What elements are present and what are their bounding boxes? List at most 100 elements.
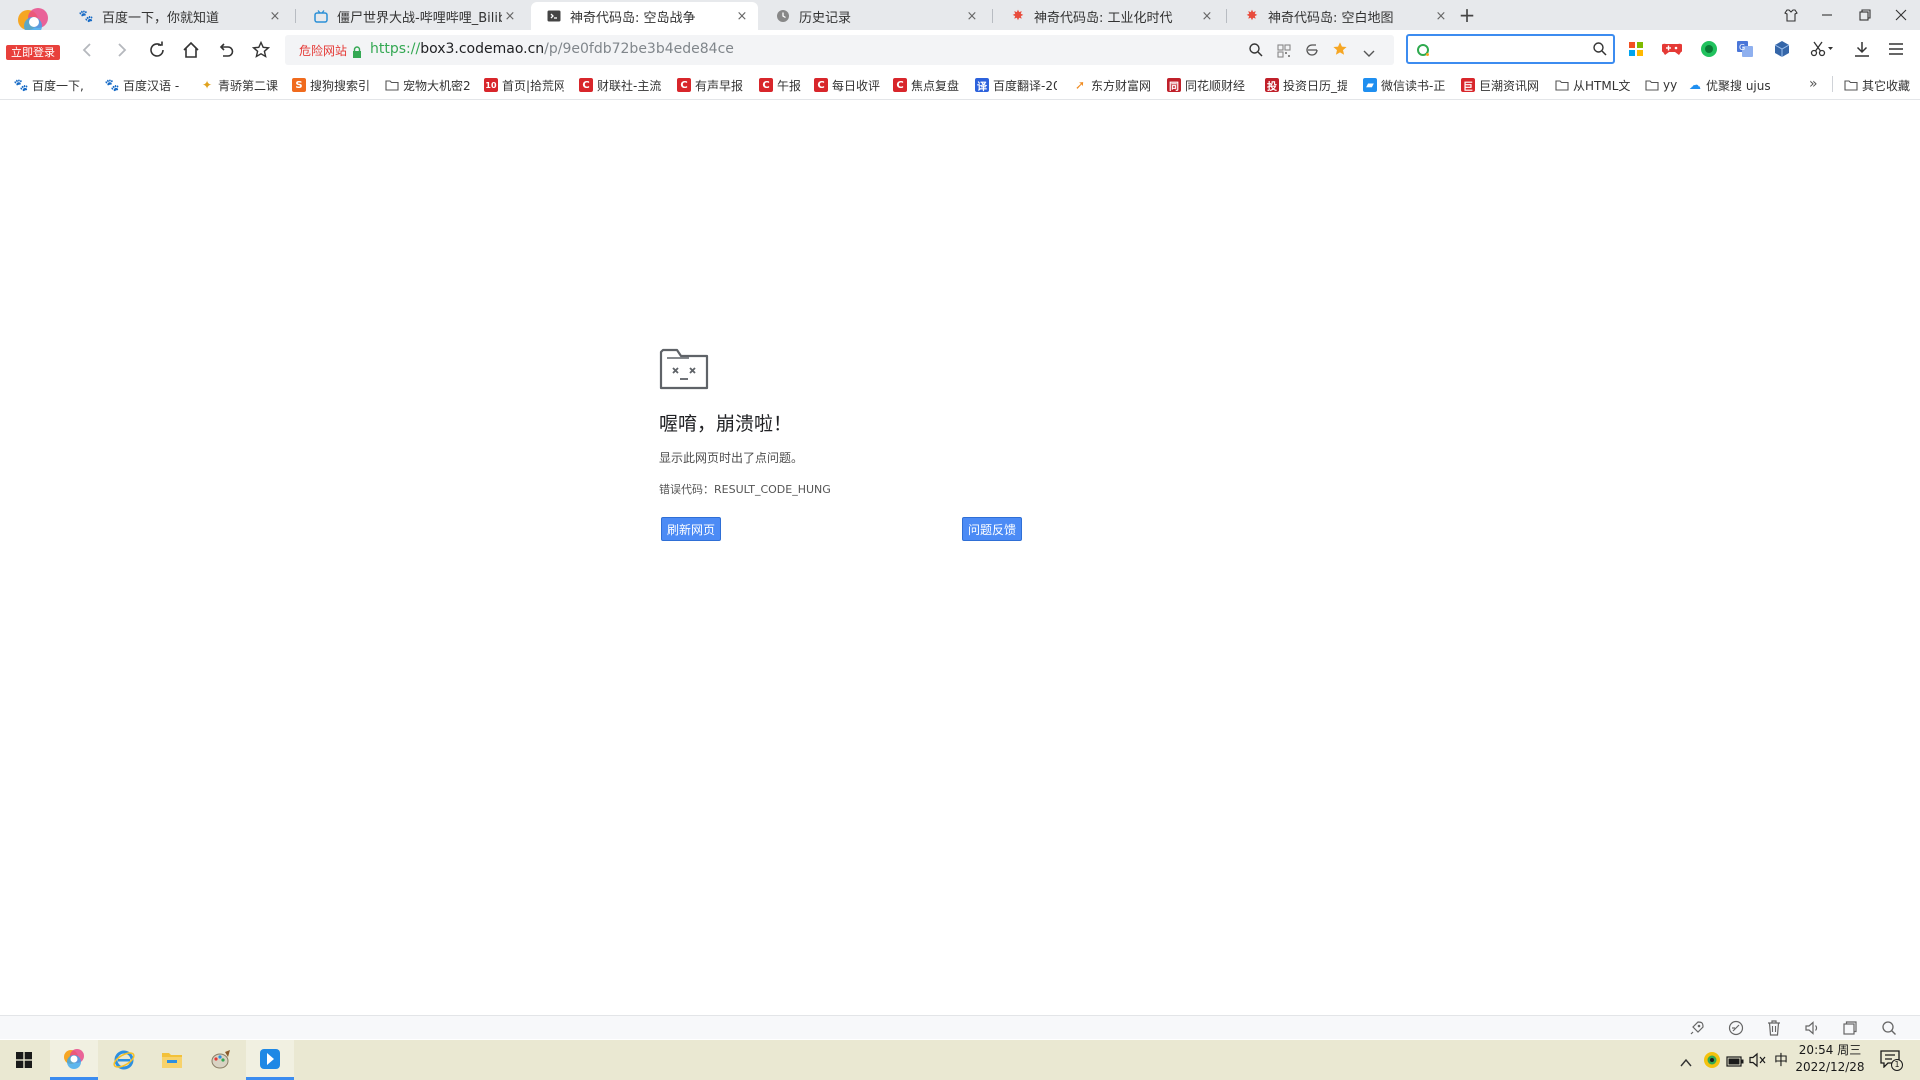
lock-icon[interactable] [352,43,362,62]
rocket-icon[interactable] [1689,1020,1705,1040]
new-tab-button[interactable]: + [1455,1,1479,29]
url-protocol: https:// [370,41,421,57]
volume-icon[interactable] [1804,1020,1820,1040]
download-icon[interactable] [1853,40,1871,62]
bookmark-item[interactable]: ➚ 东方财富网 [1073,76,1153,94]
bookmark-item[interactable]: C 焦点复盘 [893,76,965,94]
bookmark-item[interactable]: S 搜狗搜索引 [292,76,372,94]
green-circle-icon[interactable] [1700,40,1718,62]
translate-icon[interactable]: G [1736,40,1754,62]
search-engine-icon[interactable] [1416,42,1430,61]
forward-icon[interactable] [108,36,136,64]
bookmark-item[interactable]: 🐾 百度一下, [14,76,94,94]
speed-icon[interactable] [1728,1020,1744,1040]
extension-box-icon[interactable] [1773,40,1791,62]
wechat-read-icon: ▰ [1363,78,1377,92]
bookmark-item[interactable]: ☁ 优聚搜 ujus [1688,76,1778,94]
battery-icon[interactable] [1726,1053,1744,1072]
tab-codemao-industrial[interactable]: ✸ 神奇代码岛: 工业化时代 × [995,2,1223,30]
game-controller-icon[interactable] [1660,41,1684,61]
chevron-down-icon[interactable] [1363,44,1375,63]
clock-icon [776,9,790,23]
tray-app-icon[interactable] [1703,1051,1721,1073]
tab-codemao-blank[interactable]: ✸ 神奇代码岛: 空白地图 × [1229,2,1457,30]
bookmark-label: 午报 [777,78,802,93]
tab-baidu[interactable]: 🐾 百度一下，你就知道 × [63,2,291,30]
danger-site-label[interactable]: 危险网站 [299,42,347,59]
bookmark-label: 巨潮资讯网 [1479,78,1540,93]
status-bar [0,1015,1920,1039]
search-input[interactable] [1434,39,1584,59]
close-icon[interactable]: × [267,9,283,24]
close-icon[interactable]: × [734,9,750,24]
zoom-icon[interactable] [1248,42,1264,62]
paint-taskbar-icon[interactable] [197,1040,245,1080]
bookmark-item[interactable]: 投投资日历_提 [1265,76,1347,94]
browser-taskbar-icon[interactable] [50,1040,98,1080]
bookmark-item[interactable]: 宠物大机密2 [385,76,471,94]
clock[interactable]: 20:54 周三 2022/12/28 [1792,1042,1868,1076]
favorite-star-icon[interactable] [247,36,275,64]
file-explorer-icon[interactable] [148,1040,196,1080]
bookmark-item[interactable]: ✦ 青骄第二课 [200,76,282,94]
scissors-icon[interactable] [1810,40,1834,62]
close-window-icon[interactable] [1882,0,1920,30]
trash-icon[interactable] [1767,1020,1781,1040]
translate-icon: 译 [975,78,989,93]
bookmark-item[interactable]: ▰ 微信读书-正 [1363,76,1447,94]
close-icon[interactable]: × [1433,9,1449,24]
bookmark-item[interactable]: 译百度翻译-20 [975,76,1057,94]
tab-codemao-active[interactable]: 神奇代码岛: 空岛战争 × [531,2,758,30]
ime-indicator[interactable]: 中 [1774,1050,1788,1070]
bookmark-item[interactable]: 从HTML文 [1555,76,1631,94]
apps-grid-icon[interactable] [1628,41,1644,61]
reload-icon[interactable] [143,36,171,64]
bookmark-item[interactable]: C 午报 [759,76,803,94]
other-bookmarks-folder[interactable]: 其它收藏 [1844,76,1918,94]
tab-bilibili[interactable]: 僵尸世界大战-哔哩哔哩_Bilibili × [298,2,526,30]
restore-icon[interactable] [1846,0,1884,30]
address-bar[interactable]: 危险网站 https://box3.codemao.cn/p/9e0fdb72b… [285,35,1394,65]
bookmark-item[interactable]: C 有声早报 [677,76,745,94]
undo-close-icon[interactable] [212,36,240,64]
tab-history[interactable]: 历史记录 × [760,2,988,30]
bookmark-star-icon[interactable] [1332,41,1348,61]
minimize-icon[interactable] [1808,0,1846,30]
close-icon[interactable]: × [964,9,980,24]
bookmark-item[interactable]: yy [1645,76,1677,94]
baidu-paw-icon: 🐾 [105,78,120,92]
close-icon[interactable]: × [502,9,518,24]
close-icon[interactable]: × [1199,9,1215,24]
bookmark-item[interactable]: 10 首页|拾荒网 [484,76,564,94]
bookmark-item[interactable]: 🐾 百度汉语 - [105,76,185,94]
tab-label: 神奇代码岛: 空岛战争 [570,10,696,26]
window-icon[interactable] [1843,1020,1857,1039]
ie-taskbar-icon[interactable] [100,1040,148,1080]
home-icon[interactable] [177,36,205,64]
notification-center-icon[interactable]: 1 [1880,1050,1904,1072]
tab-label: 神奇代码岛: 空白地图 [1268,10,1394,26]
cloud-icon: ☁ [1689,78,1701,92]
login-badge[interactable]: 立即登录 [6,45,60,60]
tray-expand-icon[interactable] [1680,1053,1692,1072]
reload-page-button[interactable]: 刷新网页 [661,517,722,541]
skin-icon[interactable] [1772,0,1810,30]
back-icon[interactable] [73,36,101,64]
search-icon[interactable] [1592,41,1608,61]
bookmarks-more-chevron[interactable]: » [1809,76,1818,92]
bookmark-item[interactable]: 同同花顺财经 [1167,76,1249,94]
bookmark-item[interactable]: 巨巨潮资讯网 [1461,76,1541,94]
mute-icon[interactable] [1749,1052,1767,1072]
feedback-button[interactable]: 问题反馈 [962,517,1023,541]
blue-app-taskbar-icon[interactable] [246,1040,294,1080]
bookmark-item[interactable]: C 每日收评 [814,76,882,94]
menu-icon[interactable] [1888,41,1904,60]
url-text[interactable]: https://box3.codemao.cn/p/9e0fdb72be3b4e… [370,41,734,57]
qr-code-icon[interactable] [1277,43,1291,62]
windows-start-icon[interactable] [0,1040,48,1080]
status-search-icon[interactable] [1881,1020,1897,1040]
search-box[interactable] [1406,34,1615,64]
compat-mode-icon[interactable] [1304,42,1320,62]
bookmark-item[interactable]: C 财联社-主流 [579,76,661,94]
bookmark-label: 同花顺财经 [1185,78,1246,93]
